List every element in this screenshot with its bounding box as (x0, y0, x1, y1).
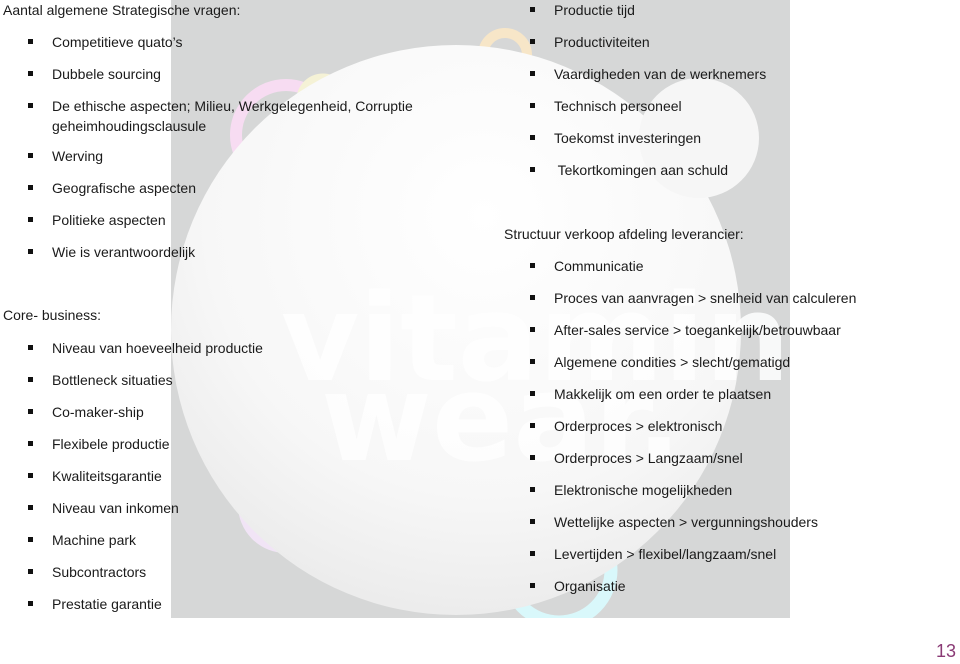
list-item: Wettelijke aspecten > vergunningshouders (530, 512, 818, 532)
bullet-icon (530, 583, 535, 588)
list-item: Subcontractors (28, 562, 146, 582)
bullet-icon (28, 217, 33, 222)
list-item: Werving (28, 146, 103, 166)
list-item: Productie tijd (530, 0, 635, 20)
bullet-icon (530, 7, 535, 12)
list-item: Proces van aanvragen > snelheid van calc… (530, 288, 856, 308)
list-item: Elektronische mogelijkheden (530, 480, 732, 500)
bullet-icon (530, 487, 535, 492)
list-item: Organisatie (530, 576, 626, 596)
slide-content: Aantal algemene Strategische vragen: Com… (0, 0, 960, 664)
list-item: After-sales service > toegankelijk/betro… (530, 320, 841, 340)
bullet-icon (28, 505, 33, 510)
list-item: Orderproces > elektronisch (530, 416, 722, 436)
list-item: Co-maker-ship (28, 402, 144, 422)
list-item: Niveau van inkomen (28, 498, 179, 518)
bullet-icon (28, 185, 33, 190)
page-number: 13 (935, 641, 956, 661)
bullet-icon (28, 537, 33, 542)
bullet-icon (530, 103, 535, 108)
list-item: De ethische aspecten; Milieu, Werkgelege… (28, 96, 413, 136)
bullet-icon (28, 473, 33, 478)
bullet-icon (530, 167, 535, 172)
list-item: Geografische aspecten (28, 178, 196, 198)
bullet-icon (530, 295, 535, 300)
list-item: Productiviteiten (530, 32, 650, 52)
bullet-icon (530, 551, 535, 556)
bullet-icon (530, 263, 535, 268)
bullet-icon (28, 249, 33, 254)
list-item: Flexibele productie (28, 434, 170, 454)
list-item: Technisch personeel (530, 96, 682, 116)
bullet-icon (28, 441, 33, 446)
bullet-icon (530, 391, 535, 396)
list-item: Kwaliteitsgarantie (28, 466, 162, 486)
list-item: Orderproces > Langzaam/snel (530, 448, 743, 468)
list-item: Wie is verantwoordelijk (28, 242, 195, 262)
list-item: Bottleneck situaties (28, 370, 173, 390)
bullet-icon (28, 103, 33, 108)
list-item: Vaardigheden van de werknemers (530, 64, 766, 84)
list-item: Politieke aspecten (28, 210, 166, 230)
list-item: Niveau van hoeveelheid productie (28, 338, 263, 358)
bullet-icon (530, 359, 535, 364)
bullet-icon (530, 423, 535, 428)
bullet-icon (530, 39, 535, 44)
bullet-icon (530, 455, 535, 460)
heading-structuur-verkoop: Structuur verkoop afdeling leverancier: (504, 226, 744, 242)
bullet-icon (28, 409, 33, 414)
list-item: Communicatie (530, 256, 643, 276)
bullet-icon (530, 71, 535, 76)
bullet-icon (28, 569, 33, 574)
heading-strategische-vragen: Aantal algemene Strategische vragen: (3, 2, 241, 18)
list-item: Levertijden > flexibel/langzaam/snel (530, 544, 776, 564)
list-item: Machine park (28, 530, 136, 550)
bullet-icon (28, 377, 33, 382)
list-item: Algemene condities > slecht/gematigd (530, 352, 790, 372)
list-item: Toekomst investeringen (530, 128, 701, 148)
bullet-icon (28, 345, 33, 350)
bullet-icon (28, 601, 33, 606)
bullet-icon (530, 519, 535, 524)
bullet-icon (28, 39, 33, 44)
list-item: Dubbele sourcing (28, 64, 161, 84)
heading-core-business: Core- business: (3, 307, 102, 323)
bullet-icon (530, 327, 535, 332)
bullet-icon (28, 153, 33, 158)
list-item: Prestatie garantie (28, 594, 162, 614)
list-item: Competitieve quato’s (28, 32, 182, 52)
bullet-icon (28, 71, 33, 76)
bullet-icon (530, 135, 535, 140)
list-item: Makkelijk om een order te plaatsen (530, 384, 771, 404)
list-item: Tekortkomingen aan schuld (530, 160, 728, 180)
